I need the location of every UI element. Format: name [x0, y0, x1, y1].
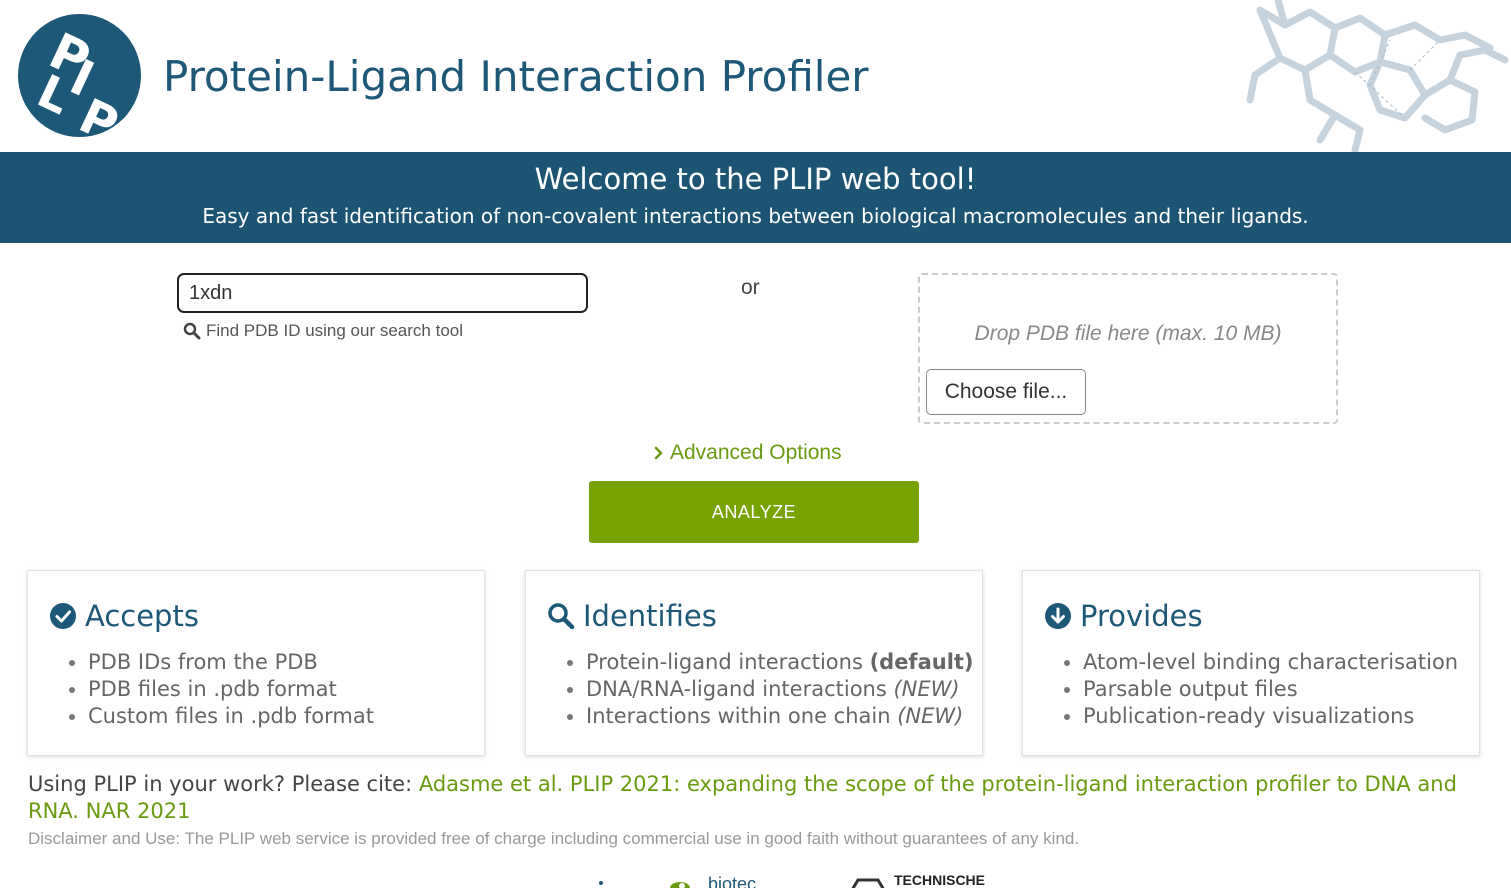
pdb-id-input[interactable]: [177, 273, 588, 313]
list-item: Interactions within one chain (NEW): [586, 703, 974, 730]
pdb-search-link[interactable]: Find PDB ID using our search tool: [183, 321, 463, 341]
new-tag: (NEW): [893, 677, 960, 701]
card-title-label: Accepts: [85, 599, 199, 633]
list-item: DNA/RNA-ligand interactions (NEW): [586, 676, 974, 703]
tu-logo-text: TECHNISCHE: [894, 872, 986, 888]
advanced-options-label: Advanced Options: [670, 441, 842, 464]
card-title-label: Provides: [1080, 599, 1203, 633]
list-item: PDB IDs from the PDB: [88, 649, 374, 676]
accepts-list: PDB IDs from the PDB PDB files in .pdb f…: [46, 649, 374, 730]
choose-file-button[interactable]: Choose file...: [926, 369, 1086, 415]
molecule-illustration: [1246, 0, 1509, 152]
pdb-file-dropzone[interactable]: Drop PDB file here (max. 10 MB) Choose f…: [918, 273, 1338, 424]
biotec-logo-text: biotec: [708, 874, 757, 888]
chevron-right-icon: [654, 446, 663, 460]
search-icon: [183, 322, 201, 340]
analyze-button[interactable]: ANALYZE: [589, 481, 919, 543]
or-label: or: [741, 276, 760, 299]
search-hint-label: Find PDB ID using our search tool: [206, 321, 464, 340]
advanced-options-toggle[interactable]: Advanced Options: [654, 441, 842, 465]
list-item: Protein-ligand interactions (default): [586, 649, 974, 676]
list-item: PDB files in .pdb format: [88, 676, 374, 703]
list-item: Custom files in .pdb format: [88, 703, 374, 730]
partner-logos: biotec TECHNISCHE: [590, 872, 1000, 888]
welcome-banner: Welcome to the PLIP web tool! Easy and f…: [0, 152, 1511, 243]
new-tag: (NEW): [897, 704, 964, 728]
card-accepts-title: Accepts: [49, 599, 199, 633]
banner-title: Welcome to the PLIP web tool!: [534, 162, 977, 196]
banner-subtitle: Easy and fast identification of non-cova…: [202, 204, 1309, 228]
list-item: Parsable output files: [1083, 676, 1458, 703]
arrow-down-circle-icon: [1045, 603, 1071, 629]
card-title-label: Identifies: [583, 599, 717, 633]
card-accepts: Accepts PDB IDs from the PDB PDB files i…: [27, 570, 485, 756]
default-tag: (default): [869, 650, 974, 674]
list-item: Publication-ready visualizations: [1083, 703, 1458, 730]
card-identifies-title: Identifies: [547, 599, 717, 633]
card-provides: Provides Atom-level binding characterisa…: [1022, 570, 1480, 756]
partner-mark-icon: [599, 881, 603, 885]
disclaimer-text: Disclaimer and Use: The PLIP web service…: [28, 829, 1080, 848]
plip-logo[interactable]: P L P: [18, 14, 141, 137]
card-identifies: Identifies Protein-ligand interactions (…: [525, 570, 983, 756]
check-circle-icon: [50, 603, 76, 629]
search-icon: [548, 603, 575, 630]
dropzone-label: Drop PDB file here (max. 10 MB): [974, 322, 1282, 345]
provides-list: Atom-level binding characterisation Pars…: [1041, 649, 1458, 730]
citation-prefix: Using PLIP in your work? Please cite:: [28, 772, 419, 796]
citation: Using PLIP in your work? Please cite: Ad…: [28, 771, 1488, 825]
app-title: Protein-Ligand Interaction Profiler: [163, 52, 869, 101]
tu-logo-icon: [851, 878, 885, 888]
card-provides-title: Provides: [1044, 599, 1203, 633]
site-header: P L P Protein-Ligand Interaction Profile…: [0, 0, 1511, 152]
identifies-list: Protein-ligand interactions (default) DN…: [544, 649, 974, 730]
biotec-logo-icon: [670, 882, 690, 888]
list-item: Atom-level binding characterisation: [1083, 649, 1458, 676]
